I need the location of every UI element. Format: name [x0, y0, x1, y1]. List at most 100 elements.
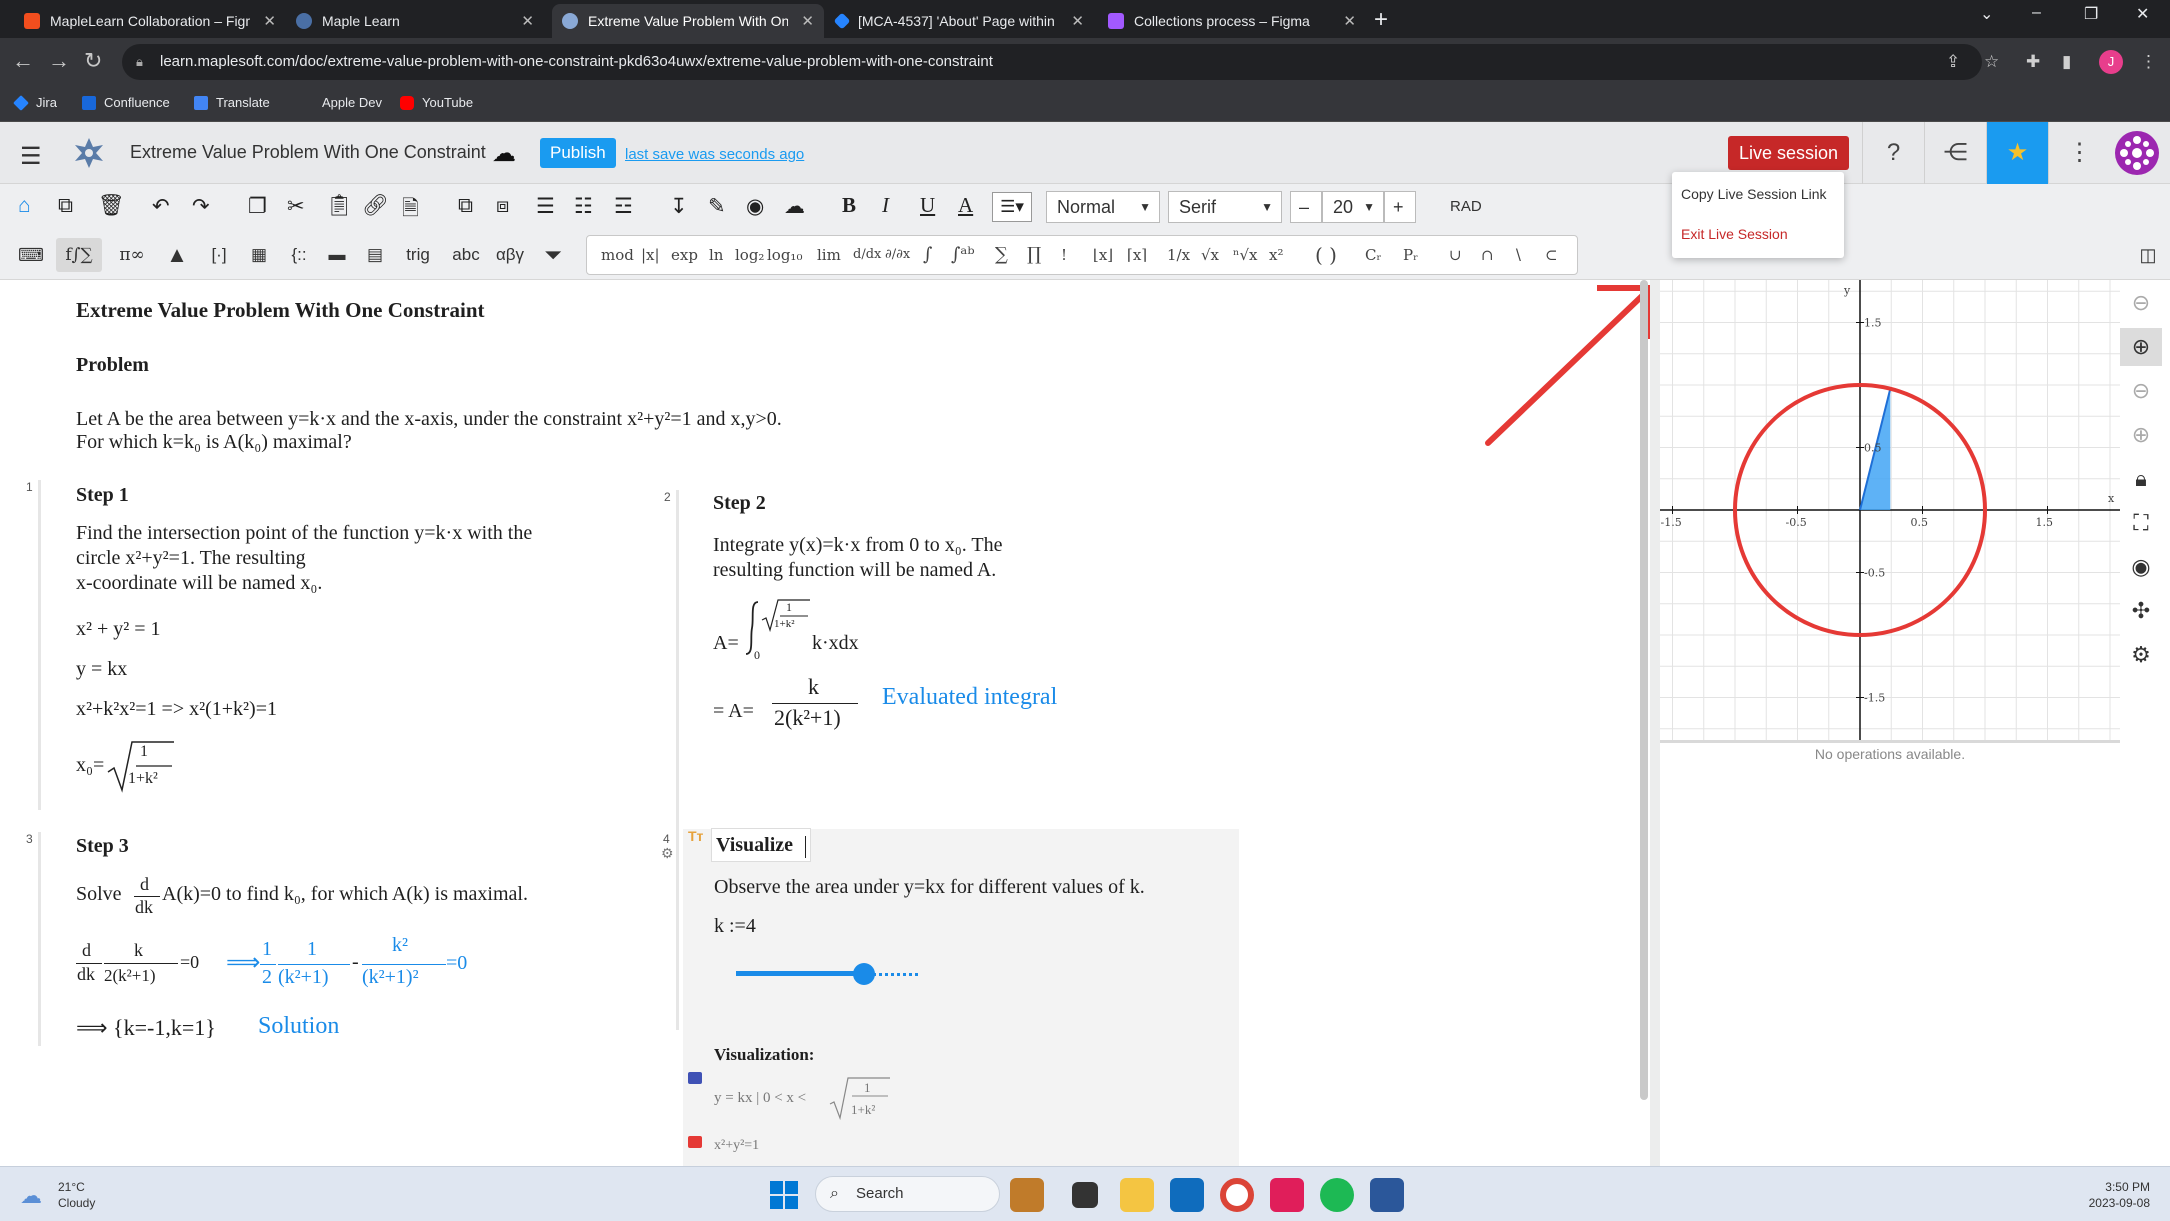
bookmark-confluence[interactable]: Confluence	[82, 95, 170, 110]
reciprocal-button[interactable]: 1/x	[1167, 236, 1190, 274]
globe-icon[interactable]: ◉	[2120, 548, 2162, 586]
solution-set[interactable]: ⟹ {k=-1,k=1}	[76, 1015, 216, 1041]
font-size-decrease-button[interactable]: –	[1290, 191, 1322, 223]
toggle-panel-icon[interactable]: ◫	[2134, 238, 2162, 272]
settings-gear-icon[interactable]: ⚙	[2120, 636, 2162, 674]
product-button[interactable]: ∏	[1027, 236, 1041, 274]
slack-icon[interactable]	[1270, 1178, 1304, 1212]
document-title[interactable]: Extreme Value Problem With One Constrain…	[130, 142, 486, 163]
tab-extreme-value[interactable]: Extreme Value Problem With One Constrain…	[552, 4, 824, 38]
text-palette-button[interactable]: abc	[446, 238, 486, 272]
insert-file-icon[interactable]: 🗎	[402, 194, 419, 229]
tab-maple-learn[interactable]: Maple Learn ✕	[286, 4, 544, 38]
ruler-icon[interactable]: ▬	[320, 238, 354, 272]
windows-start-icon[interactable]	[770, 1181, 798, 1209]
center-crosshair-icon[interactable]: ✣	[2120, 592, 2162, 630]
forward-icon[interactable]: →	[48, 48, 70, 74]
spotify-icon[interactable]	[1320, 1178, 1354, 1212]
word-icon[interactable]	[1370, 1178, 1404, 1212]
font-family-select[interactable]: Serif ▼	[1168, 191, 1282, 223]
factorial-button[interactable]: !	[1061, 236, 1067, 274]
close-icon[interactable]: ✕	[801, 12, 814, 30]
constants-palette-button[interactable]: π∞	[112, 238, 152, 272]
sum-button[interactable]: ∑	[995, 236, 1008, 274]
work-app-icon[interactable]	[1010, 1178, 1044, 1212]
bookmark-star-icon[interactable]: ☆	[1984, 52, 1999, 72]
shapes-icon[interactable]: ▲	[160, 238, 194, 272]
text-color-button[interactable]: A	[958, 193, 973, 218]
definite-integral-button[interactable]: ∫ᵃᵇ	[951, 236, 975, 274]
lock-icon[interactable]: 🔒︎	[2120, 460, 2162, 498]
integral-button[interactable]: ∫	[923, 236, 932, 274]
move-down-icon[interactable]: ↧	[670, 194, 688, 219]
minimize-button[interactable]: –	[2032, 4, 2041, 22]
paragraph-style-select[interactable]: Normal ▼	[1046, 191, 1160, 223]
log2-button[interactable]: log₂	[735, 236, 764, 274]
reload-icon[interactable]: ↻	[84, 48, 102, 74]
ln-button[interactable]: ln	[709, 236, 723, 274]
step2-result[interactable]: = A=	[713, 700, 754, 723]
floor-button[interactable]: ⌊x⌋	[1093, 236, 1113, 274]
font-size-increase-button[interactable]: +	[1384, 191, 1416, 223]
zoom-box-icon[interactable]: ⊕	[2120, 328, 2162, 366]
back-icon[interactable]: ←	[12, 48, 34, 74]
copy-live-session-link[interactable]: Copy Live Session Link	[1681, 186, 1827, 202]
zoom-in-icon[interactable]: ⊕	[2120, 416, 2162, 454]
live-session-button[interactable]: Live session	[1728, 136, 1850, 170]
user-avatar[interactable]	[2114, 130, 2160, 176]
taskbar-search[interactable]: ⌕ Search	[815, 1176, 1000, 1212]
close-icon[interactable]: ✕	[1071, 12, 1084, 30]
tab-jira-mca[interactable]: [MCA-4537] 'About' Page within ... ✕	[826, 4, 1094, 38]
greek-palette-button[interactable]: αβγ	[490, 238, 530, 272]
tab-figma-collections[interactable]: Collections process – Figma ✕	[1098, 4, 1366, 38]
trig-palette-button[interactable]: trig	[398, 238, 438, 272]
file-explorer-icon[interactable]	[1120, 1178, 1154, 1212]
exp-button[interactable]: exp	[671, 236, 698, 274]
graph-canvas[interactable]: -1.5 -0.5 0.5 1.5 1.5 0.5 -0.5 -1.5 x y	[1660, 280, 2120, 740]
panel-splitter[interactable]	[1650, 280, 1660, 1166]
system-clock[interactable]: 3:50 PM 2023-09-08	[2089, 1179, 2150, 1211]
step2-equation[interactable]: A=	[713, 632, 739, 655]
redo-icon[interactable]: ↷	[192, 194, 210, 219]
k-assignment[interactable]: k :=4	[714, 915, 756, 938]
zoom-reset-icon[interactable]: ⊖	[2120, 284, 2162, 322]
italic-button[interactable]: I	[882, 193, 889, 218]
calculus-palette-button[interactable]: f∫∑	[56, 238, 102, 272]
help-icon[interactable]: ?	[1862, 122, 1924, 184]
share-icon[interactable]: ⇪	[1946, 52, 1960, 72]
document-canvas[interactable]: Extreme Value Problem With One Constrain…	[0, 280, 1650, 1166]
visualize-heading[interactable]: Visualize	[716, 834, 793, 857]
angle-mode-toggle[interactable]: RAD	[1450, 198, 1482, 215]
plot-color-icon[interactable]	[688, 1136, 702, 1148]
close-icon[interactable]: ✕	[263, 12, 276, 30]
abs-button[interactable]: |x|	[641, 236, 660, 274]
group-icon[interactable]: ⧉	[458, 194, 473, 218]
paste-icon[interactable]: 📋︎	[326, 194, 353, 218]
globe-icon[interactable]: ◉	[746, 194, 764, 219]
outlook-icon[interactable]	[1170, 1178, 1204, 1212]
bold-button[interactable]: B	[842, 193, 856, 218]
power-button[interactable]: x²	[1269, 236, 1283, 274]
bookmark-translate[interactable]: Translate	[194, 95, 270, 110]
step1-equation[interactable]: x²+k²x²=1 => x²(1+k²)=1	[76, 698, 277, 721]
bookmark-youtube[interactable]: YouTube	[400, 95, 473, 110]
viz-expression[interactable]: x²+y²=1	[714, 1138, 759, 1154]
insert-row-below-icon[interactable]: ☷	[574, 194, 593, 219]
gear-icon[interactable]: ⚙	[661, 846, 674, 863]
link-icon[interactable]: 🔗︎	[362, 194, 389, 218]
window-close-button[interactable]: ✕	[2136, 4, 2149, 24]
underline-button[interactable]: U	[920, 193, 935, 218]
step1-equation[interactable]: x² + y² = 1	[76, 618, 161, 641]
cloud-icon[interactable]: ☁	[784, 194, 805, 219]
exit-live-session[interactable]: Exit Live Session	[1681, 226, 1788, 242]
publish-button[interactable]: Publish	[540, 138, 616, 168]
weather-widget[interactable]: 21°C Cloudy	[58, 1179, 95, 1211]
nth-root-button[interactable]: ⁿ√x	[1233, 236, 1258, 274]
document-scrollbar[interactable]	[1640, 280, 1648, 1100]
fit-view-icon[interactable]: ⛶	[2120, 504, 2162, 542]
viz-expression[interactable]: y = kx | 0 < x <	[714, 1090, 806, 1107]
keyboard-icon[interactable]: ⌨	[14, 238, 48, 272]
log10-button[interactable]: log₁₀	[767, 236, 802, 274]
profile-avatar[interactable]: J	[2099, 50, 2123, 74]
close-icon[interactable]: ✕	[521, 12, 534, 30]
